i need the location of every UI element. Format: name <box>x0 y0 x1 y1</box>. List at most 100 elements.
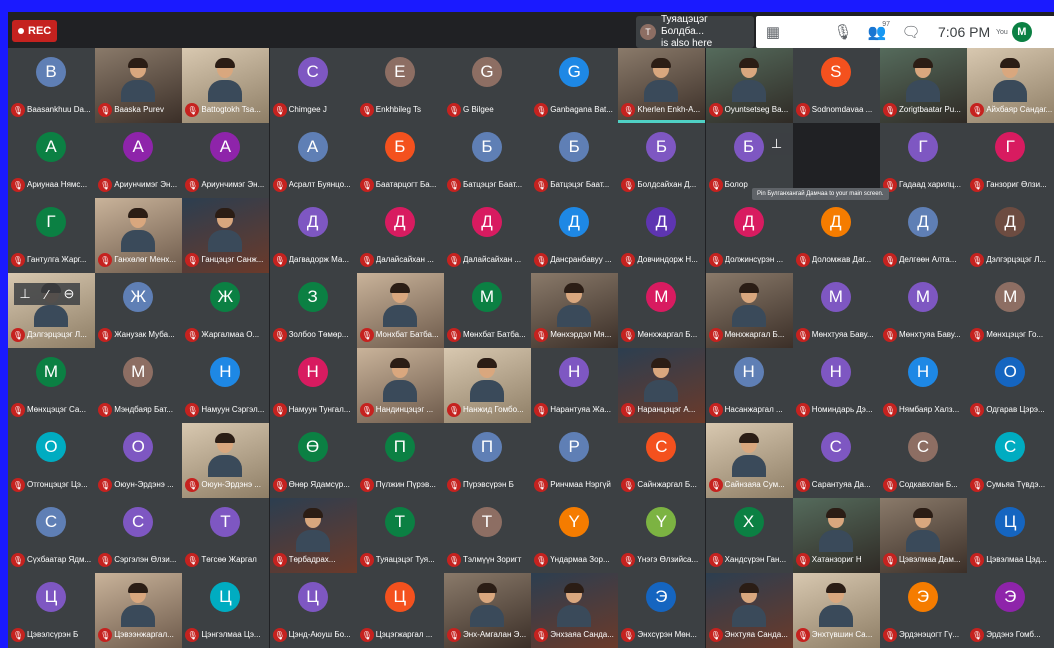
participant-tile[interactable]: O 🎙 Одгарав Цэрэ... <box>967 348 1054 423</box>
participant-tile[interactable]: Y 🎙 Үндармаа Зор... <box>531 498 619 573</box>
participant-tile[interactable]: B 🎙 Baasankhuu Da... <box>8 48 95 123</box>
participant-tile[interactable]: Б 🎙 Баатарцогт Ба... <box>356 123 444 198</box>
participant-tile[interactable]: Э 🎙 Энхсүрэн Мөн... <box>618 573 706 648</box>
participant-tile[interactable]: Д 🎙 Дэлгэрцэцэг Л... <box>967 198 1054 273</box>
participant-tile[interactable]: Г 🎙 Гадаад харилц... <box>880 123 967 198</box>
participant-tile[interactable]: Ж 🎙 Жаргалмаа О... <box>182 273 270 348</box>
participant-tile[interactable]: P 🎙 Ринчмаа Нэргүй <box>531 423 619 498</box>
participant-tile[interactable]: Ө 🎙 Өнөр Ядамсүр... <box>269 423 357 498</box>
participant-tile[interactable]: 🎙 Хатанзориг Н <box>792 498 880 573</box>
participant-tile[interactable]: 🎙 Baaska Purev <box>95 48 183 123</box>
participant-tile[interactable]: 🎙 Цэвээнжаргал... <box>95 573 183 648</box>
participant-tile[interactable]: П 🎙 Пүлжин Пүрэв... <box>356 423 444 498</box>
participant-tile[interactable]: A 🎙 Ариунаа Нямс... <box>8 123 95 198</box>
participant-tile[interactable]: Ц 🎙 Цэнд-Аюуш Бо... <box>269 573 357 648</box>
participant-tile[interactable]: C 🎙 Содкавхлан Б... <box>880 423 967 498</box>
participant-tile[interactable]: M 🎙 Мөнхцэцэг Са... <box>8 348 95 423</box>
participant-tile[interactable]: 🎙 Ганхөлөг Менх... <box>95 198 183 273</box>
participant-tile[interactable]: 🎙 Төрбадрах... <box>269 498 357 573</box>
participant-tile[interactable]: Б🎙Болор⊥⁄⊖ <box>705 123 793 198</box>
participant-tile[interactable]: 🎙 Kherlen Enkh-A... <box>618 48 706 123</box>
participant-tile[interactable]: Ц 🎙 Цэнгэлмаа Цэ... <box>182 573 270 648</box>
participant-tile[interactable]: H 🎙 Нарантуяа Жа... <box>531 348 619 423</box>
participant-tile[interactable]: 🎙 Дэлгэрцэцэг Л... ⊥ ⁄ ⊖ <box>8 273 95 348</box>
participant-tile[interactable]: Д 🎙 Далайсайхан ... <box>356 198 444 273</box>
participant-tile[interactable]: T 🎙 Төгсөө Жаргал <box>182 498 270 573</box>
participant-tile[interactable]: T 🎙 Туяацэцэг Туя... <box>356 498 444 573</box>
participant-tile[interactable]: Э 🎙 Эрдэнэ Гомб... <box>967 573 1054 648</box>
participant-tile[interactable]: M 🎙 Мөнхжаргал Б... <box>618 273 706 348</box>
participant-tile[interactable]: S 🎙 Sodnomdavaa ... <box>792 48 880 123</box>
participant-tile[interactable]: M 🎙 Мэндбаяр Бат... <box>95 348 183 423</box>
participant-tile[interactable]: 🎙 Battogtokh Tsa... <box>182 48 270 123</box>
participant-tile[interactable]: 🎙 Мөнхэрдэл Мя... <box>531 273 619 348</box>
participant-tile[interactable]: 🎙 Энх-Амгалан Э... <box>444 573 531 648</box>
participant-tile[interactable]: Д 🎙 Дагвадорж Ма... <box>269 198 357 273</box>
grid-layout-icon[interactable]: ▦ <box>756 16 790 48</box>
chat-icon[interactable]: 🗨 <box>894 16 928 48</box>
participant-tile[interactable]: A 🎙 Асралт Буянцо... <box>269 123 357 198</box>
pin-icon[interactable]: ⊥ <box>765 133 788 155</box>
participant-tile[interactable]: 🎙 Айхбаяр Сандаг... <box>967 48 1054 123</box>
participant-tile[interactable]: A 🎙 Ариунчимэг Эн... <box>95 123 183 198</box>
participant-tile[interactable]: C 🎙 Chimgee J <box>269 48 357 123</box>
participant-tile[interactable]: T 🎙 Тэлмүүн Зоригт <box>444 498 531 573</box>
participant-tile[interactable]: З 🎙 Золбоо Төмөр... <box>269 273 357 348</box>
participant-tile[interactable]: Г 🎙 Гантулга Жарг... <box>8 198 95 273</box>
participant-tile[interactable]: Э 🎙 Эрдэнэцогт Гү... <box>880 573 967 648</box>
participant-tile[interactable]: Д 🎙 Доломжав Даг... <box>792 198 880 273</box>
remove-icon[interactable]: ⊖ <box>58 283 80 305</box>
participant-tile[interactable]: 🎙 Энхтүвшин Са... <box>792 573 880 648</box>
participant-tile[interactable]: П 🎙 Пүрэвсүрэн Б <box>444 423 531 498</box>
participant-tile[interactable]: H 🎙 Насанжаргал ... <box>705 348 793 423</box>
mic-off-icon[interactable]: 🎙 <box>826 16 860 48</box>
participant-tile[interactable]: O 🎙 Оюун-Эрдэнэ ... <box>95 423 183 498</box>
participant-tile[interactable]: Б 🎙 Болдсайхан Д... <box>618 123 706 198</box>
participant-tile[interactable]: Г 🎙 Ганзориг Өлзи... <box>967 123 1054 198</box>
participant-tile[interactable]: Ц 🎙 Цэцэгжаргал ... <box>356 573 444 648</box>
participant-tile[interactable]: M 🎙 Мөнхцэцэг Го... <box>967 273 1054 348</box>
participant-tile[interactable]: 🎙 Сайнзаяа Сум... <box>705 423 793 498</box>
participant-tile[interactable]: E 🎙 Enkhbileg Ts <box>356 48 444 123</box>
participant-tile[interactable]: A 🎙 Ариунчимэг Эн... <box>182 123 270 198</box>
participant-tile[interactable]: 🎙 Энхзаяа Санда... <box>531 573 619 648</box>
user-avatar[interactable]: M <box>1011 22 1032 42</box>
participant-tile[interactable]: Д 🎙 Довчиндорж Н... <box>618 198 706 273</box>
participant-tile[interactable]: 🎙 Наранцэцэг А... <box>618 348 706 423</box>
participant-tile[interactable]: Д 🎙 Должинсүрэн ... <box>705 198 793 273</box>
participant-tile[interactable]: Б 🎙 Батцэцэг Баат... <box>531 123 619 198</box>
participant-tile[interactable]: C 🎙 Сүхбаатар Ядм... <box>8 498 95 573</box>
participant-tile[interactable]: M 🎙 Мөнхтуяа Баву... <box>792 273 880 348</box>
participant-tile[interactable]: Ц 🎙 Цэвэлсүрэн Б <box>8 573 95 648</box>
participant-tile[interactable]: 🎙 Нандинцэцэг ... <box>356 348 444 423</box>
participant-tile[interactable]: H 🎙 Намуун Сэргэл... <box>182 348 270 423</box>
participant-tile[interactable]: 🎙 Мөнхжаргал Б... <box>705 273 793 348</box>
participant-tile[interactable]: 🎙 Ганцэцэг Санж... <box>182 198 270 273</box>
participant-tile[interactable]: 🎙 Zorigtbaatar Pu... <box>880 48 967 123</box>
participant-tile[interactable]: Д 🎙 Дансранбавуу ... <box>531 198 619 273</box>
participant-tile[interactable]: G 🎙 Ganbagana Bat... <box>531 48 619 123</box>
participant-tile[interactable]: Ж 🎙 Жанузак Муба... <box>95 273 183 348</box>
participant-tile[interactable]: C 🎙 Сайнжаргал Б... <box>618 423 706 498</box>
participant-tile[interactable]: Д 🎙 Далайсайхан ... <box>444 198 531 273</box>
participant-tile[interactable]: H 🎙 Нямбаяр Халз... <box>880 348 967 423</box>
participant-tile[interactable]: H 🎙 Намуун Тунгал... <box>269 348 357 423</box>
participant-tile[interactable]: Y 🎙 Үнэгэ Өлзийса... <box>618 498 706 573</box>
pin-icon[interactable]: ⊥ <box>14 283 36 305</box>
participant-tile[interactable]: Ц 🎙 Цэвэлмаа Цэд... <box>967 498 1054 573</box>
participant-tile[interactable]: C 🎙 Сарантуяа Да... <box>792 423 880 498</box>
participant-tile[interactable]: M 🎙 Мөнхтуяа Баву... <box>880 273 967 348</box>
participant-tile[interactable]: G 🎙 G Bilgee <box>444 48 531 123</box>
mic-slash-icon[interactable]: ⁄ <box>787 133 793 155</box>
participant-tile[interactable]: 🎙 Оюун-Эрдэнэ ... <box>182 423 270 498</box>
participant-tile[interactable]: Б 🎙 Батцэцэг Баат... <box>444 123 531 198</box>
participant-tile[interactable]: H 🎙 Номиндарь Дэ... <box>792 348 880 423</box>
mic-slash-icon[interactable]: ⁄ <box>36 283 58 305</box>
participant-tile[interactable]: O 🎙 Отгонцэцэг Цэ... <box>8 423 95 498</box>
participant-tile[interactable]: 🎙 Цэвэлмаа Дам... <box>880 498 967 573</box>
participant-tile[interactable]: 🎙 Монхбат Батба... <box>356 273 444 348</box>
participant-tile[interactable]: 🎙 Энхтуяа Санда... <box>705 573 793 648</box>
participant-tile[interactable]: M 🎙 Мөнхбат Батба... <box>444 273 531 348</box>
participants-icon[interactable]: 👥 97 <box>860 16 894 48</box>
participant-tile[interactable]: X 🎙 Хандсүрэн Ган... <box>705 498 793 573</box>
